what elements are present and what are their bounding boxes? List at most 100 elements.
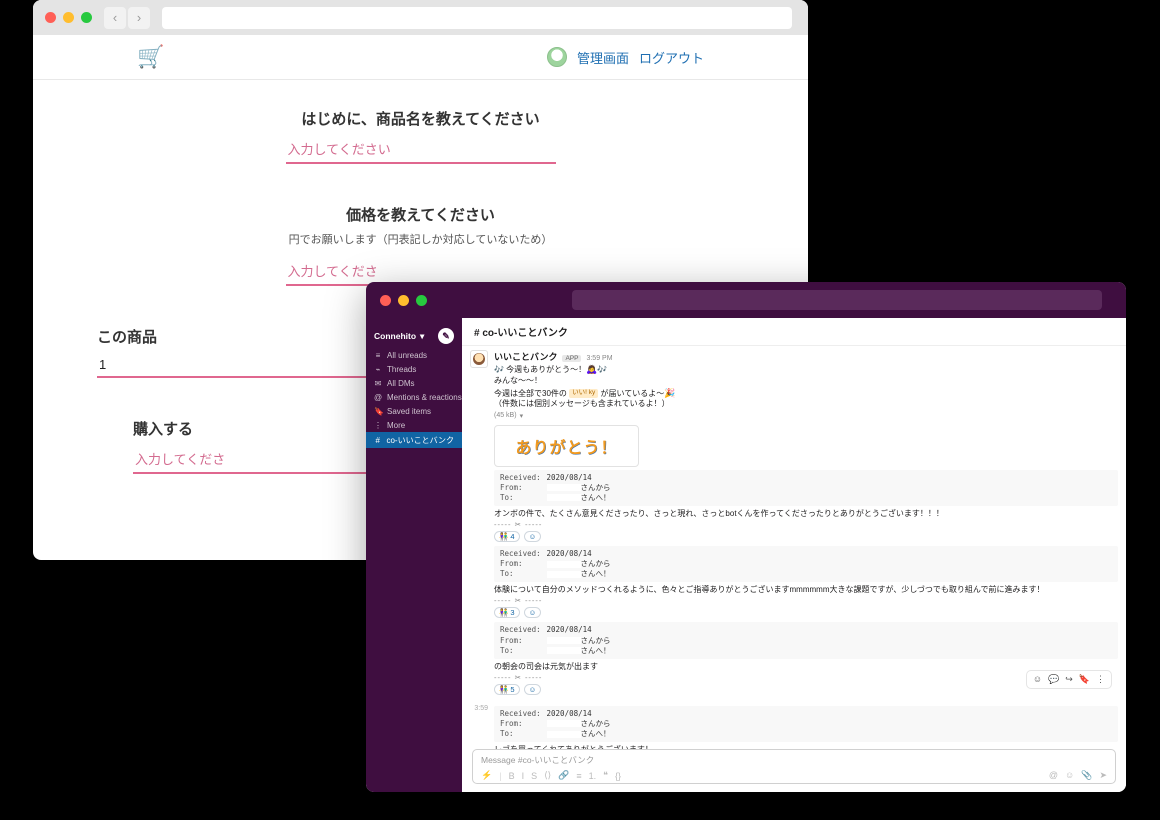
app-header: 🛒 管理画面 ログアウト [33, 35, 808, 80]
share-icon[interactable]: ↪ [1065, 674, 1073, 685]
window-close-button[interactable] [45, 12, 56, 23]
nav-back-button[interactable]: ‹ [104, 7, 126, 29]
add-reaction-button[interactable]: ☺ [524, 607, 542, 618]
buy-input[interactable]: 入力してくださ [133, 445, 403, 474]
attachment-image[interactable]: ありがとう！ [494, 425, 639, 467]
sidebar-item-all-unreads[interactable]: ≡All unreads [366, 348, 462, 362]
attachment-meta: (45 kB)▾ [494, 412, 523, 420]
quote-icon[interactable]: ❝ [603, 770, 608, 781]
header-right: 管理画面 ログアウト [547, 47, 704, 67]
add-reaction-button[interactable]: ☺ [524, 531, 542, 542]
form-block-name: はじめに、商品名を教えてください 入力してください [97, 108, 744, 164]
message-header: いいことバンク APP 3:59 PM [494, 350, 1118, 363]
sidebar-item-mentions[interactable]: @Mentions & reactions [366, 390, 462, 404]
slack-sidebar: Connehito ▾ ✎ ≡All unreads ⌁Threads ✉All… [366, 318, 462, 792]
emoji-icon: 🎉 [664, 388, 675, 398]
lightning-icon[interactable]: ⚡ [481, 770, 492, 781]
sidebar-item-threads[interactable]: ⌁Threads [366, 362, 462, 376]
strike-icon[interactable]: S [531, 771, 537, 781]
nav-forward-button[interactable]: › [128, 7, 150, 29]
window-maximize-button[interactable] [416, 295, 427, 306]
separator: ----- ✂ ----- [494, 596, 1118, 605]
message-line: 今週は全部で30件の いい! ky が届いているよ〜🎉 [494, 387, 1118, 400]
message-line: （件数には個別メッセージも含まれているよ！） [494, 399, 1118, 410]
quote-block: Received: 2020/08/14 From: さんから To: さんへ！ [494, 706, 1118, 742]
reaction-icon[interactable]: ☺ [1033, 674, 1042, 685]
message-author[interactable]: いいことバンク [494, 350, 557, 363]
separator: ----- ✂ ----- [494, 520, 1118, 529]
message-line: みんな〜〜！ [494, 376, 1118, 387]
workspace-switcher[interactable]: Connehito ▾ ✎ [366, 324, 462, 348]
reaction-chip[interactable]: 👫 5 [494, 684, 520, 695]
reaction-bar: 👫 3 ☺ [494, 607, 1118, 618]
logout-link[interactable]: ログアウト [639, 48, 704, 67]
code-icon[interactable]: ⟨⟩ [544, 770, 551, 781]
attach-icon[interactable]: 📎 [1081, 770, 1092, 781]
mention-icon[interactable]: @ [1049, 770, 1058, 781]
window-minimize-button[interactable] [63, 12, 74, 23]
italic-icon[interactable]: I [522, 771, 525, 781]
bold-icon[interactable]: B [509, 771, 515, 781]
composer-toolbar: ⚡ | B I S ⟨⟩ 🔗 ≡ 1. ❝ {} @ ☺ [481, 770, 1107, 781]
link-icon[interactable]: 🔗 [558, 770, 569, 781]
sidebar-item-saved[interactable]: 🔖Saved items [366, 404, 462, 418]
quote-block: Received: 2020/08/14 From: さんから To: さんへ！ [494, 470, 1118, 506]
composer-wrap: Message #co-いいことバンク ⚡ | B I S ⟨⟩ 🔗 ≡ 1. … [462, 749, 1126, 792]
thread-icon[interactable]: 💬 [1048, 674, 1059, 685]
more-icon: ⋮ [374, 421, 382, 430]
add-reaction-button[interactable]: ☺ [524, 684, 542, 695]
message-composer[interactable]: Message #co-いいことバンク ⚡ | B I S ⟨⟩ 🔗 ≡ 1. … [472, 749, 1116, 784]
separator: ----- ✂ ----- [494, 673, 1118, 682]
sidebar-item-more[interactable]: ⋮More [366, 418, 462, 432]
bot-avatar-icon[interactable] [470, 350, 488, 368]
hash-icon: # [374, 436, 381, 445]
send-icon[interactable]: ➤ [1099, 770, 1107, 781]
sidebar-item-all-dms[interactable]: ✉All DMs [366, 376, 462, 390]
message-text: の朝会の司会は元気が出ます [494, 661, 1118, 672]
channel-header[interactable]: # co-いいことバンク [462, 318, 1126, 346]
sidebar-channel-selected[interactable]: #co-いいことバンク [366, 432, 462, 448]
message-time: 3:59 PM [586, 355, 612, 362]
reaction-chip[interactable]: 👫 3 [494, 607, 520, 618]
form-label: 価格を教えてください [97, 204, 744, 225]
list-icon[interactable]: ≡ [576, 771, 581, 781]
compose-button[interactable]: ✎ [438, 328, 454, 344]
qty-input[interactable]: 1 [97, 353, 367, 378]
user-avatar-icon[interactable] [547, 47, 567, 67]
chevron-down-icon: ▾ [420, 331, 424, 342]
emoji-icon[interactable]: ☺ [1065, 770, 1074, 781]
reaction-chip[interactable]: 👫 4 [494, 531, 520, 542]
slack-search-input[interactable] [572, 290, 1102, 310]
slack-main: # co-いいことバンク いいことバンク APP 3:59 PM 🎶 今週もあり… [462, 318, 1126, 792]
window-minimize-button[interactable] [398, 295, 409, 306]
form-sublabel: 円でお願いします（円表記しか対応していないため） [97, 231, 744, 247]
reaction-bar: 👫 4 ☺ [494, 531, 1118, 542]
window-maximize-button[interactable] [81, 12, 92, 23]
window-close-button[interactable] [380, 295, 391, 306]
browser-titlebar: ‹ › [33, 0, 808, 35]
composer-placeholder: Message #co-いいことバンク [481, 754, 1107, 766]
reaction-bar: 👫 5 ☺ [494, 684, 1118, 695]
product-name-input[interactable]: 入力してください [286, 135, 556, 164]
admin-link[interactable]: 管理画面 [577, 48, 629, 67]
message-time-gutter: 3:59 [470, 703, 488, 749]
more-icon[interactable]: ⋮ [1096, 674, 1105, 685]
nav-arrows: ‹ › [104, 7, 150, 29]
dm-icon: ✉ [374, 379, 382, 388]
message-text: レゴを買ってくれてありがとうございます！ [494, 744, 1118, 749]
bookmark-icon: 🔖 [374, 407, 382, 416]
chevron-down-icon[interactable]: ▾ [520, 412, 524, 420]
address-bar[interactable] [162, 7, 792, 29]
numbered-list-icon[interactable]: 1. [589, 771, 597, 781]
slack-titlebar [366, 282, 1126, 318]
traffic-lights [45, 12, 92, 23]
emoji-icon: 🙇‍♀️ [586, 364, 597, 374]
quote-block: Received: 2020/08/14 From: さんから To: さんへ！ [494, 546, 1118, 582]
codeblock-icon[interactable]: {} [615, 771, 621, 781]
thread-icon: ⌁ [374, 365, 382, 374]
form-block-price: 価格を教えてください 円でお願いします（円表記しか対応していないため） 入力して… [97, 204, 744, 286]
message-hover-toolbar: ☺ 💬 ↪ 🔖 ⋮ [1026, 670, 1112, 689]
quote-block: Received: 2020/08/14 From: さんから To: さんへ！ [494, 622, 1118, 658]
traffic-lights [380, 295, 427, 306]
bookmark-icon[interactable]: 🔖 [1079, 674, 1090, 685]
